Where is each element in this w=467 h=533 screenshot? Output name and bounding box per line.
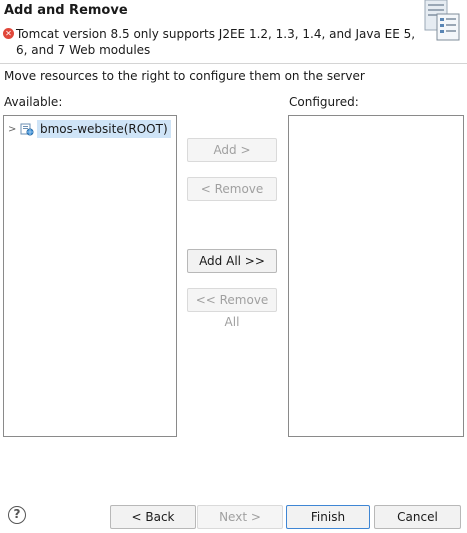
cancel-button[interactable]: Cancel [374,505,461,529]
remove-button[interactable]: < Remove [187,177,277,201]
error-x-icon: ✕ [3,28,14,39]
remove-all-button[interactable]: << Remove All [187,288,277,329]
page-title: Add and Remove [4,3,128,18]
server-banner-icon [421,0,461,42]
add-all-button[interactable]: Add All >> [187,249,277,273]
add-button[interactable]: Add > [187,138,277,162]
configured-list[interactable] [288,115,464,437]
error-message: Tomcat version 8.5 only supports J2EE 1.… [16,27,416,57]
available-list[interactable]: > bmos-website(ROOT) [3,115,177,437]
web-module-icon [20,122,34,136]
help-icon[interactable]: ? [8,506,26,524]
tree-item-bmos-website[interactable]: > bmos-website(ROOT) [8,120,171,138]
available-label: Available: [4,95,63,109]
configured-label: Configured: [289,95,359,109]
finish-button[interactable]: Finish [286,505,370,529]
instruction-text: Move resources to the right to configure… [4,69,365,83]
tree-item-label[interactable]: bmos-website(ROOT) [37,120,171,138]
back-button[interactable]: < Back [110,505,196,529]
next-button[interactable]: Next > [197,505,283,529]
add-remove-dialog: Add and Remove ✕ Tomcat version 8.5 only… [0,0,467,533]
dialog-header: Add and Remove ✕ Tomcat version 8.5 only… [0,0,467,64]
chevron-right-icon[interactable]: > [8,124,18,135]
